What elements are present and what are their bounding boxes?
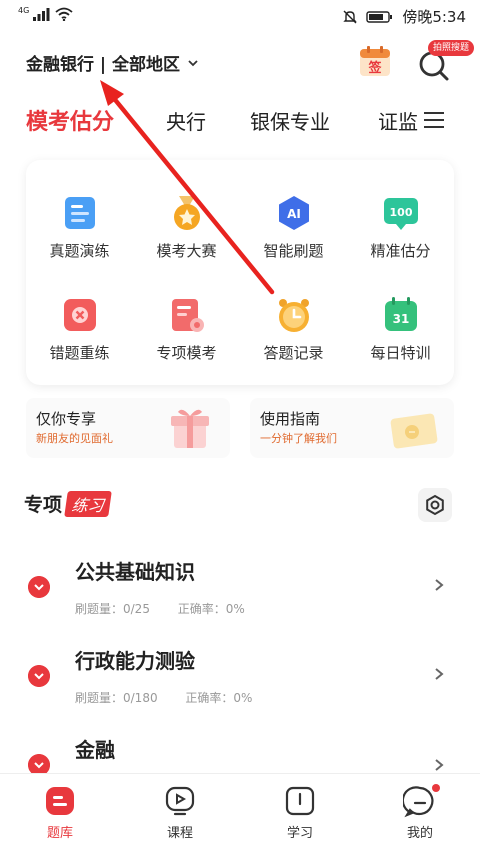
subject-row-public-basics[interactable]: 公共基础知识 刷题量：0/25 正确率：0% — [0, 548, 480, 636]
status-right: 傍晚5:34 — [342, 6, 466, 27]
bottom-nav: 题库 课程 学习 我的 — [0, 773, 480, 853]
tab-central-bank[interactable]: 央行 — [166, 106, 206, 135]
nav-label: 题库 — [46, 826, 73, 841]
score-icon-text: 100 — [390, 206, 413, 219]
grid-item-smart-practice[interactable]: AI 智能刷题 — [240, 172, 347, 272]
ai-icon: AI — [279, 196, 309, 230]
grid-item-wrong-retry[interactable]: 错题重练 — [26, 274, 133, 374]
region-selector[interactable]: 金融银行 | 全部地区 — [26, 50, 200, 75]
score-icon: 100 — [384, 198, 418, 230]
grid-label: 精准估分 — [370, 242, 431, 260]
grid-label: 答题记录 — [263, 344, 324, 362]
nav-courses[interactable]: 课程 — [140, 784, 220, 841]
notification-dot — [432, 784, 440, 792]
region-label: 金融银行 | 全部地区 — [26, 55, 181, 75]
special-title: 专项 — [24, 494, 63, 516]
chevron-down-icon — [188, 59, 198, 66]
battery-icon — [366, 10, 393, 23]
signal-group: 4G — [18, 7, 73, 21]
collapse-toggle-icon[interactable] — [28, 576, 50, 598]
network-type: 4G — [18, 6, 30, 15]
feature-grid: 真题演练 模考大赛 AI 智能刷题 100 精准估分 错题重练 专项模考 答题记… — [26, 160, 454, 385]
menu-icon[interactable] — [422, 108, 446, 132]
grid-item-daily-training[interactable]: 31 每日特训 — [347, 274, 454, 374]
check-in-calendar-icon[interactable]: 签 — [358, 44, 392, 78]
promo-subtitle: 新朋友的见面礼 — [36, 432, 113, 445]
ai-icon-text: AI — [287, 207, 301, 221]
section-divider — [0, 466, 480, 476]
alarm-clock-icon — [279, 299, 309, 332]
promo-title: 使用指南 — [260, 410, 321, 428]
subject-stats: 刷题量：0/180 正确率：0% — [75, 689, 276, 706]
chevron-right-icon — [435, 668, 444, 680]
wrong-answer-icon — [64, 299, 96, 331]
mute-bell-icon — [343, 10, 358, 23]
grid-label: 模考大赛 — [156, 242, 217, 260]
grid-label: 真题演练 — [49, 242, 110, 260]
tab-securities[interactable]: 证监 — [378, 106, 418, 135]
subject-name: 金融 — [75, 738, 115, 762]
gift-box-icon — [171, 409, 209, 448]
nav-label: 学习 — [286, 826, 313, 841]
grid-item-past-papers[interactable]: 真题演练 — [26, 172, 133, 272]
grid-label: 错题重练 — [49, 344, 110, 362]
subject-row-admin-ability[interactable]: 行政能力测验 刷题量：0/180 正确率：0% — [0, 637, 480, 725]
promo-exclusive[interactable]: 仅你专享 新朋友的见面礼 — [26, 398, 230, 458]
photo-search-badge[interactable]: 拍照搜题 — [428, 40, 475, 56]
special-tag: 练习 — [64, 490, 112, 517]
special-practice-heading: 专项 练习 — [24, 490, 112, 517]
guide-ticket-icon — [390, 413, 438, 449]
promo-subtitle: 一分钟了解我们 — [260, 432, 337, 445]
nav-question-bank[interactable]: 题库 — [20, 784, 100, 841]
play-video-icon — [165, 786, 195, 816]
book-icon — [285, 786, 315, 816]
medal-icon — [174, 196, 200, 230]
tab-banking-insurance[interactable]: 银保专业 — [250, 106, 330, 135]
subject-stats: 刷题量：0/25 正确率：0% — [75, 600, 269, 617]
question-bank-icon — [46, 787, 74, 815]
app-screen: 4G 傍晚5:34 金融银行 | 全部地区 签 拍照搜题 模考估分 央行 银保专… — [0, 0, 480, 853]
nav-profile[interactable]: 我的 — [380, 784, 460, 841]
status-bar: 4G 傍晚5:34 — [0, 0, 480, 34]
chevron-right-icon — [435, 759, 444, 771]
clock-time: 傍晚5:34 — [402, 8, 466, 26]
nav-label: 课程 — [166, 826, 193, 841]
grid-item-answer-history[interactable]: 答题记录 — [240, 274, 347, 374]
subject-accuracy: 正确率：0% — [185, 691, 253, 705]
calendar-sign-text: 签 — [367, 60, 382, 76]
subject-count: 刷题量：0/25 — [75, 602, 150, 616]
chevron-right-icon — [435, 579, 444, 591]
subject-name: 行政能力测验 — [75, 649, 195, 673]
grid-label: 专项模考 — [156, 344, 217, 362]
grid-item-precise-score[interactable]: 100 精准估分 — [347, 172, 454, 272]
wifi-icon — [55, 7, 73, 21]
nav-study[interactable]: 学习 — [260, 784, 340, 841]
calendar-icon: 31 — [385, 297, 417, 331]
document-icon — [65, 197, 95, 229]
promo-user-guide[interactable]: 使用指南 一分钟了解我们 — [250, 398, 454, 458]
grid-label: 每日特训 — [370, 344, 431, 362]
subject-name: 公共基础知识 — [75, 560, 195, 584]
grid-item-mock-contest[interactable]: 模考大赛 — [133, 172, 240, 272]
category-tabs: 模考估分 央行 银保专业 证监 — [0, 100, 480, 144]
exam-paper-icon — [172, 299, 204, 332]
subject-count: 刷题量：0/180 — [75, 691, 158, 705]
collapse-toggle-icon[interactable] — [28, 665, 50, 687]
header: 金融银行 | 全部地区 签 拍照搜题 — [0, 34, 480, 94]
grid-item-special-mock[interactable]: 专项模考 — [133, 274, 240, 374]
calendar-icon-text: 31 — [393, 312, 410, 326]
promo-title: 仅你专享 — [36, 410, 97, 428]
subject-accuracy: 正确率：0% — [177, 602, 245, 616]
tab-mock-exam[interactable]: 模考估分 — [26, 104, 114, 136]
signal-icon — [33, 8, 50, 21]
grid-label: 智能刷题 — [263, 242, 324, 260]
nav-label: 我的 — [406, 826, 433, 841]
settings-gear-icon[interactable] — [418, 488, 452, 522]
